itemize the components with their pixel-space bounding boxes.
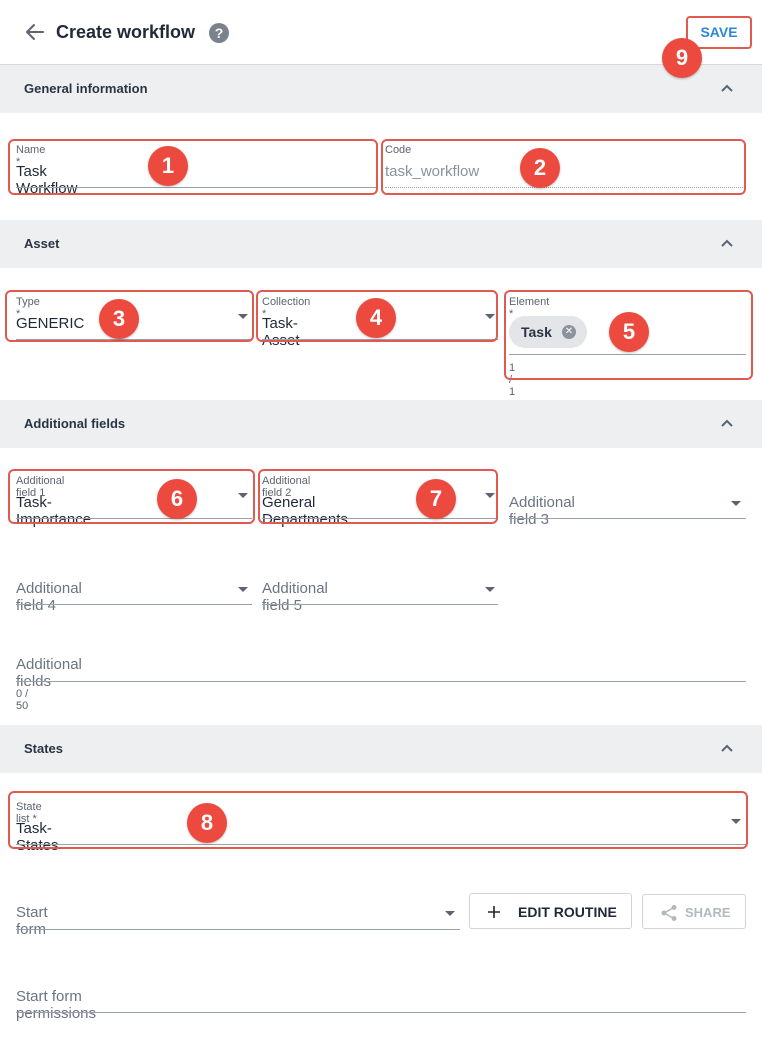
section-title: Asset <box>24 236 60 251</box>
annotation-badge-9: 9 <box>662 38 702 78</box>
annotation-highlight <box>8 791 748 849</box>
additional-field-3-underline <box>509 518 746 519</box>
section-additional-fields[interactable]: Additional fields <box>0 400 762 448</box>
annotation-badge-7: 7 <box>416 479 456 519</box>
annotation-highlight <box>8 469 255 524</box>
chevron-up-icon[interactable] <box>720 238 734 248</box>
additional-field-3-placeholder[interactable]: Additional field 3 <box>509 494 575 528</box>
start-form-permissions-underline <box>16 1012 746 1013</box>
section-title: General information <box>24 81 148 96</box>
section-general-information[interactable]: General information <box>0 65 762 113</box>
back-arrow-icon[interactable] <box>24 21 46 43</box>
annotation-badge-5: 5 <box>609 312 649 352</box>
dropdown-caret-icon[interactable] <box>731 501 741 506</box>
share-button[interactable]: SHARE <box>642 894 746 929</box>
additional-fields-placeholder[interactable]: Additional fields <box>16 656 82 690</box>
chevron-up-icon[interactable] <box>720 743 734 753</box>
start-form-placeholder[interactable]: Start form <box>16 904 48 938</box>
help-icon[interactable]: ? <box>209 23 229 43</box>
share-label: SHARE <box>685 905 731 920</box>
dropdown-caret-icon[interactable] <box>238 587 248 592</box>
annotation-highlight <box>258 469 498 524</box>
section-asset[interactable]: Asset <box>0 220 762 268</box>
annotation-badge-2: 2 <box>520 148 560 188</box>
annotation-badge-1: 1 <box>148 146 188 186</box>
plus-icon <box>488 906 500 918</box>
start-form-permissions-placeholder[interactable]: Start form permissions <box>16 988 96 1022</box>
annotation-badge-8: 8 <box>187 803 227 843</box>
additional-field-4-underline <box>16 604 252 605</box>
additional-field-5-underline <box>262 604 498 605</box>
annotation-badge-3: 3 <box>99 299 139 339</box>
section-title: States <box>24 741 64 756</box>
top-bar: Create workflow ? SAVE <box>0 0 762 65</box>
chevron-up-icon[interactable] <box>720 418 734 428</box>
edit-routine-label: EDIT ROUTINE <box>518 904 617 920</box>
section-states[interactable]: States <box>0 725 762 773</box>
edit-routine-button[interactable]: EDIT ROUTINE <box>469 893 632 929</box>
page-title: Create workflow <box>56 22 196 42</box>
annotation-highlight <box>8 139 378 195</box>
annotation-badge-6: 6 <box>157 479 197 519</box>
annotation-badge-4: 4 <box>356 298 396 338</box>
start-form-underline <box>16 929 460 930</box>
section-title: Additional fields <box>24 416 126 431</box>
share-icon <box>661 905 677 921</box>
additional-fields-counter: 0 / 50 <box>16 688 29 712</box>
dropdown-caret-icon[interactable] <box>485 587 495 592</box>
dropdown-caret-icon[interactable] <box>445 911 455 916</box>
additional-fields-underline <box>16 681 746 682</box>
additional-field-4-placeholder[interactable]: Additional field 4 <box>16 580 82 614</box>
chevron-up-icon[interactable] <box>720 83 734 93</box>
additional-field-5-placeholder[interactable]: Additional field 5 <box>262 580 328 614</box>
annotation-highlight <box>381 139 746 195</box>
